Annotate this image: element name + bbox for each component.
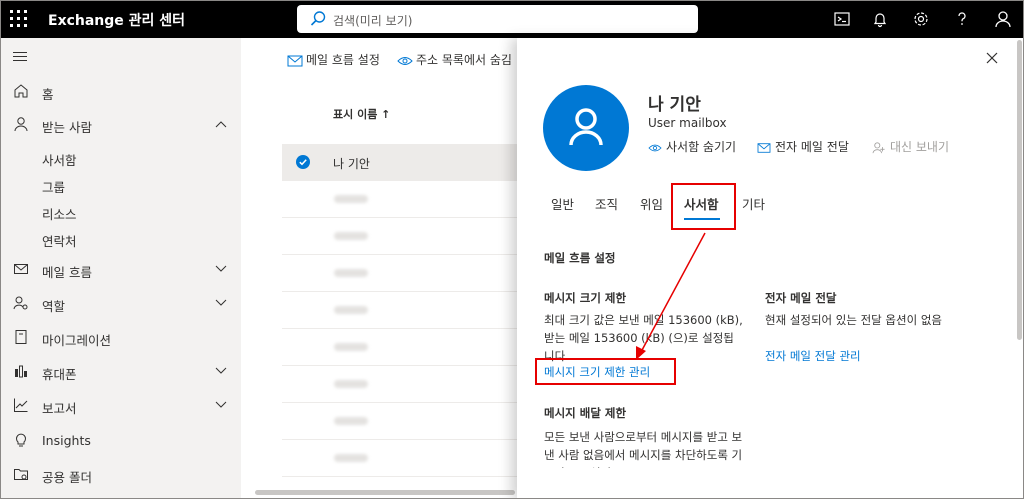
annotation-arrow bbox=[636, 232, 706, 360]
